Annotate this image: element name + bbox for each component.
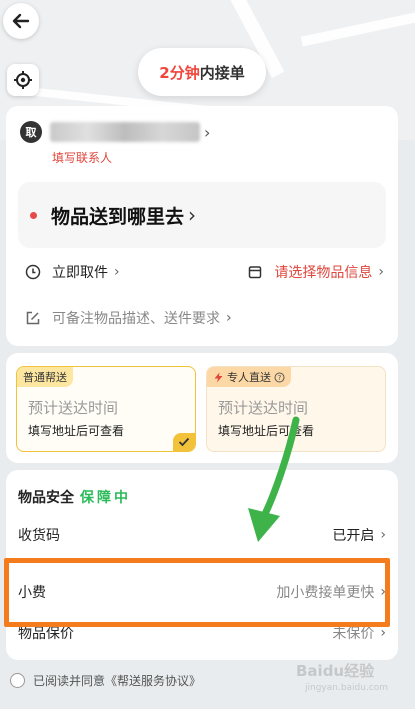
pickup-badge: 取 — [20, 121, 42, 143]
chevron-right-icon: › — [204, 122, 211, 142]
check-icon — [173, 433, 195, 451]
clock-icon — [24, 263, 42, 281]
agreement-radio[interactable] — [10, 673, 25, 688]
agreement-text: 已阅读并同意《帮送服务协议》 — [33, 674, 202, 688]
chevron-right-icon: › — [380, 625, 386, 641]
destination-dot-icon — [30, 211, 37, 219]
pickup-time-option[interactable]: 立即取件 — [52, 262, 108, 282]
pickup-address-row[interactable]: 取 › — [20, 120, 384, 144]
chevron-right-icon: › — [380, 527, 386, 543]
lightning-icon — [214, 372, 223, 382]
receipt-code-row[interactable]: 收货码 已开启 › — [18, 520, 386, 550]
service-card: 普通帮送 预计送达时间 填写地址后可查看 专人直送 ? 预计送达时间 填写地址后… — [6, 353, 398, 463]
annotation-arrow-icon — [248, 416, 300, 542]
tip-highlight-box — [4, 558, 390, 627]
item-info-option[interactable]: 请选择物品信息 › — [246, 262, 384, 282]
crosshair-icon — [14, 71, 32, 89]
chevron-right-icon: › — [188, 203, 197, 227]
agreement-row[interactable]: 已阅读并同意《帮送服务协议》 — [10, 672, 201, 689]
service-tag: 专人直送 ? — [207, 367, 291, 387]
service-option-normal[interactable]: 普通帮送 预计送达时间 填写地址后可查看 — [16, 366, 196, 452]
item-info-label: 请选择物品信息 — [274, 265, 373, 281]
note-option[interactable]: 可备注物品描述、送件要求 › — [24, 306, 384, 330]
chevron-right-icon: › — [378, 264, 384, 280]
row-label: 收货码 — [18, 528, 60, 544]
edit-icon — [24, 309, 42, 327]
watermark-url: jingyan.baidu.com — [305, 683, 389, 693]
row-value: 已开启 — [332, 528, 375, 544]
destination-button[interactable]: 物品送到哪里去 › — [18, 182, 386, 248]
back-button[interactable] — [3, 3, 39, 39]
safety-title-label: 物品安全 — [18, 490, 74, 506]
chevron-right-icon: › — [226, 310, 232, 326]
watermark-logo: Baidu经验 — [296, 662, 375, 680]
locate-button[interactable] — [7, 64, 39, 96]
service-eta: 预计送达时间 — [28, 399, 119, 417]
chevron-right-icon: › — [114, 264, 120, 280]
back-arrow-icon — [12, 13, 30, 29]
eta-time: 2分钟 — [159, 63, 200, 82]
svg-text:?: ? — [278, 374, 282, 382]
service-note: 填写地址后可查看 — [28, 424, 125, 438]
eta-pill: 2分钟 内接单 — [138, 48, 266, 96]
service-eta: 预计送达时间 — [218, 399, 309, 417]
box-icon — [246, 263, 264, 281]
service-tag-label: 专人直送 — [227, 371, 271, 384]
note-label: 可备注物品描述、送件要求 — [52, 311, 220, 327]
eta-suffix: 内接单 — [199, 63, 245, 82]
pickup-address-redacted — [50, 122, 200, 142]
service-tag: 普通帮送 — [17, 367, 73, 387]
safety-badge: 保障中 — [80, 490, 131, 506]
address-card: 取 › 填写联系人 物品送到哪里去 › 立即取件 › 请选择物品信息 › 可备注… — [6, 106, 398, 346]
destination-label: 物品送到哪里去 — [51, 205, 185, 228]
safety-title: 物品安全 保障中 — [18, 487, 131, 507]
fill-contact-link[interactable]: 填写联系人 — [52, 149, 112, 166]
help-icon[interactable]: ? — [274, 372, 285, 383]
